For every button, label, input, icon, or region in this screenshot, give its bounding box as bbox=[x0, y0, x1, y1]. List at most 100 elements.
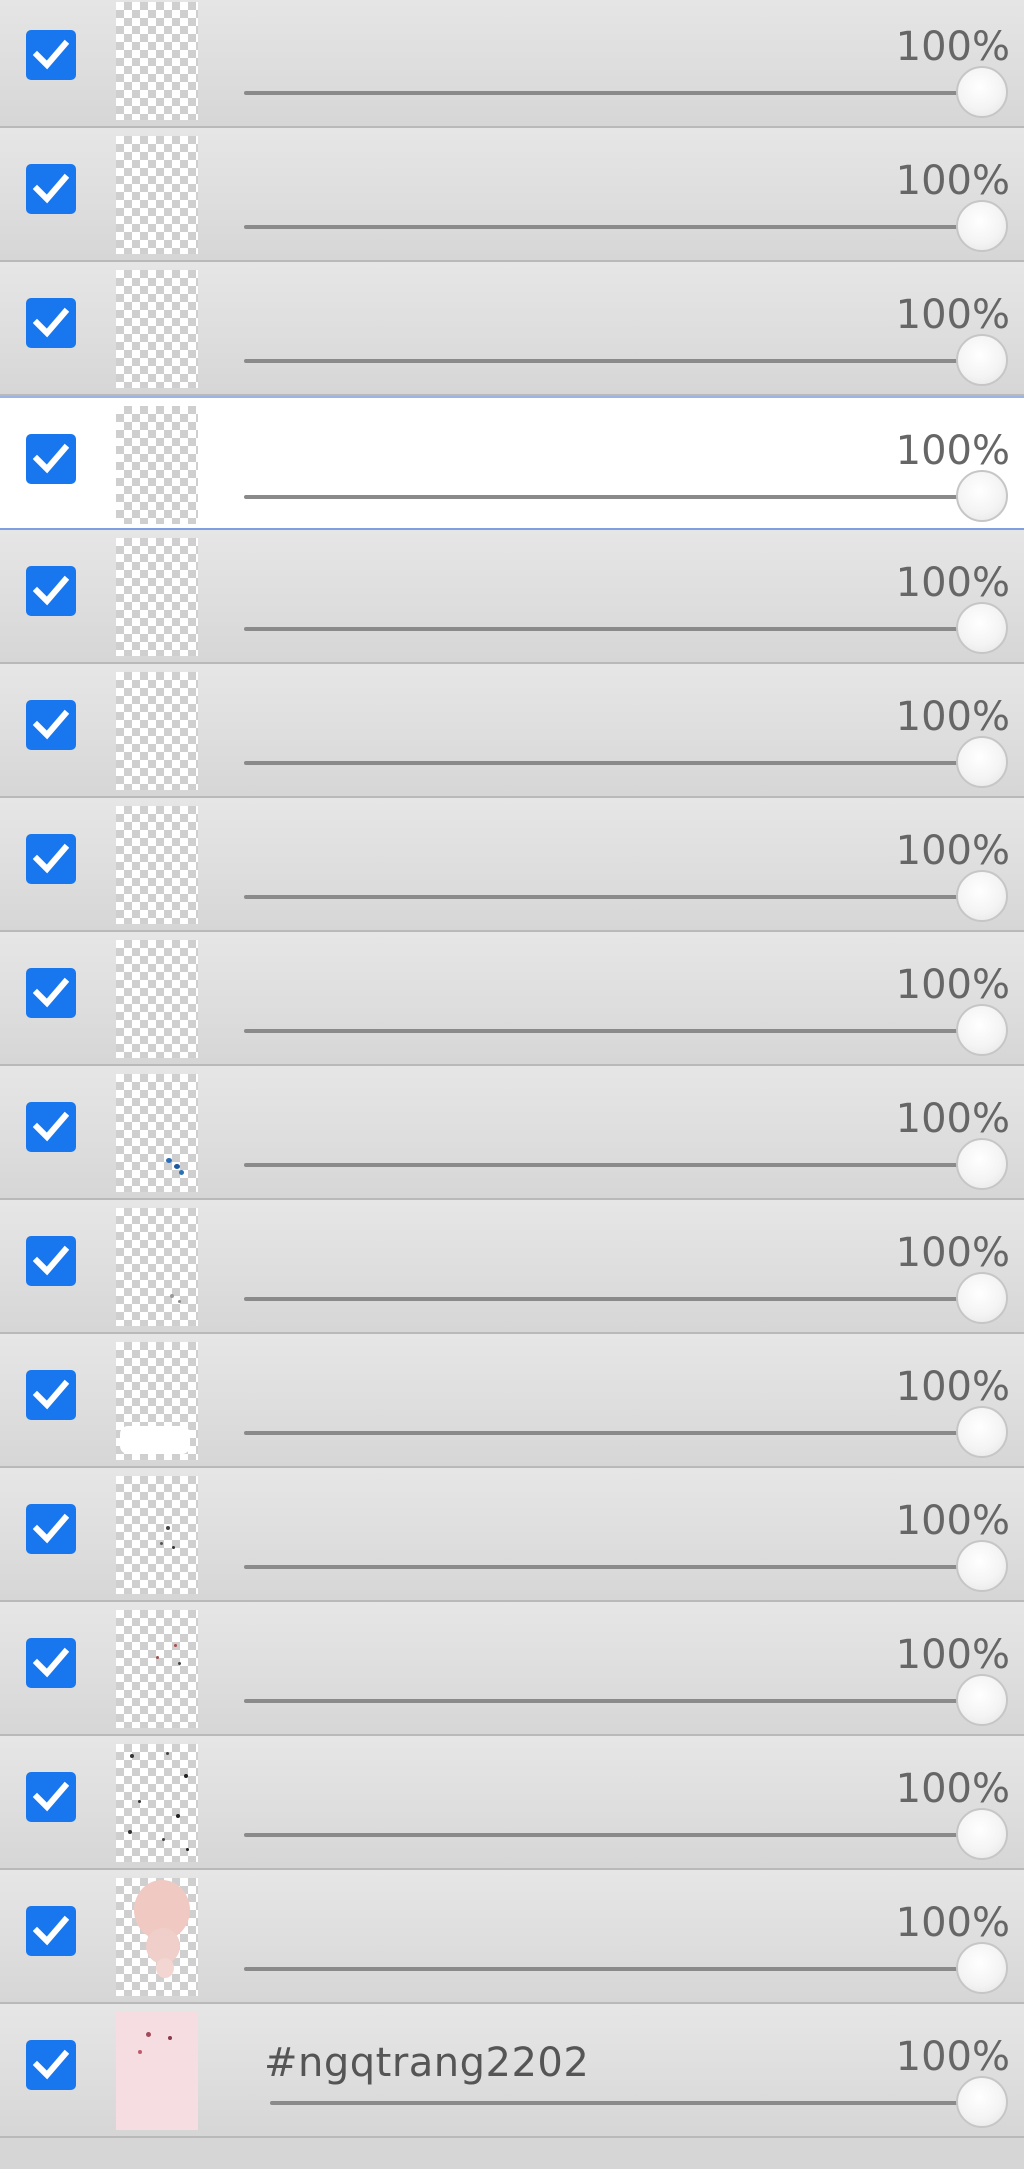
visibility-checkbox[interactable] bbox=[26, 700, 76, 750]
visibility-checkbox[interactable] bbox=[26, 1102, 76, 1152]
layer-thumbnail[interactable] bbox=[116, 538, 198, 656]
layer-row[interactable]: #ngqtrang2202 100% bbox=[0, 2004, 1024, 2138]
visibility-checkbox[interactable] bbox=[26, 1638, 76, 1688]
opacity-slider[interactable] bbox=[244, 1138, 1012, 1194]
visibility-checkbox[interactable] bbox=[26, 1906, 76, 1956]
opacity-slider-handle[interactable] bbox=[956, 1674, 1008, 1726]
opacity-value: 100% bbox=[895, 24, 1010, 70]
layer-thumbnail[interactable] bbox=[116, 672, 198, 790]
opacity-slider[interactable] bbox=[270, 2076, 1012, 2132]
visibility-checkbox[interactable] bbox=[26, 1236, 76, 1286]
layer-thumbnail[interactable] bbox=[116, 270, 198, 388]
layer-thumbnail[interactable] bbox=[116, 1342, 198, 1460]
opacity-slider[interactable] bbox=[244, 1272, 1012, 1328]
opacity-slider[interactable] bbox=[244, 1406, 1012, 1462]
opacity-slider[interactable] bbox=[244, 200, 1012, 256]
layer-row[interactable]: 100% bbox=[0, 932, 1024, 1066]
opacity-slider[interactable] bbox=[244, 470, 1012, 526]
opacity-slider[interactable] bbox=[244, 1808, 1012, 1864]
thumbnail-mark bbox=[130, 1754, 134, 1758]
layer-row[interactable]: 100% bbox=[0, 530, 1024, 664]
layer-thumbnail[interactable] bbox=[116, 1074, 198, 1192]
checkmark-icon bbox=[33, 1379, 69, 1410]
layer-thumbnail[interactable] bbox=[116, 1878, 198, 1996]
opacity-slider[interactable] bbox=[244, 66, 1012, 122]
layer-row[interactable]: 100% bbox=[0, 1066, 1024, 1200]
layer-thumbnail[interactable] bbox=[116, 2, 198, 120]
layer-row[interactable]: 100% bbox=[0, 1334, 1024, 1468]
layer-thumbnail[interactable] bbox=[116, 1476, 198, 1594]
visibility-checkbox[interactable] bbox=[26, 298, 76, 348]
layer-row[interactable]: 100% bbox=[0, 1602, 1024, 1736]
opacity-slider-handle[interactable] bbox=[956, 1406, 1008, 1458]
opacity-slider-handle[interactable] bbox=[956, 1272, 1008, 1324]
opacity-value: 100% bbox=[895, 1632, 1010, 1678]
visibility-checkbox[interactable] bbox=[26, 566, 76, 616]
layer-row-selected[interactable]: 100% bbox=[0, 396, 1024, 530]
visibility-checkbox[interactable] bbox=[26, 164, 76, 214]
checkmark-icon bbox=[33, 1513, 69, 1544]
thumbnail-mark bbox=[120, 1426, 190, 1454]
layer-row[interactable]: 100% bbox=[0, 798, 1024, 932]
thumbnail-mark bbox=[170, 1294, 174, 1298]
opacity-slider-handle[interactable] bbox=[956, 870, 1008, 922]
checkmark-icon bbox=[33, 173, 69, 204]
opacity-slider-handle[interactable] bbox=[956, 2076, 1008, 2128]
thumbnail-mark bbox=[146, 2032, 151, 2037]
visibility-checkbox[interactable] bbox=[26, 834, 76, 884]
opacity-slider-handle[interactable] bbox=[956, 1808, 1008, 1860]
opacity-slider-track bbox=[244, 1565, 982, 1569]
opacity-slider-handle[interactable] bbox=[956, 1004, 1008, 1056]
visibility-checkbox[interactable] bbox=[26, 30, 76, 80]
visibility-checkbox[interactable] bbox=[26, 968, 76, 1018]
layer-row[interactable]: 100% bbox=[0, 1200, 1024, 1334]
opacity-slider-handle[interactable] bbox=[956, 1942, 1008, 1994]
layer-row[interactable]: 100% bbox=[0, 262, 1024, 396]
opacity-slider[interactable] bbox=[244, 1674, 1012, 1730]
opacity-slider[interactable] bbox=[244, 334, 1012, 390]
checkmark-icon bbox=[33, 1781, 69, 1812]
visibility-checkbox[interactable] bbox=[26, 434, 76, 484]
checkmark-icon bbox=[33, 1647, 69, 1678]
layer-row[interactable]: 100% bbox=[0, 1468, 1024, 1602]
thumbnail-mark bbox=[156, 1958, 174, 1978]
layer-row[interactable]: 100% bbox=[0, 128, 1024, 262]
thumbnail-mark bbox=[176, 1814, 180, 1818]
layer-thumbnail[interactable] bbox=[116, 2012, 198, 2130]
layer-thumbnail[interactable] bbox=[116, 1744, 198, 1862]
layer-thumbnail[interactable] bbox=[116, 806, 198, 924]
opacity-slider-handle[interactable] bbox=[956, 470, 1008, 522]
opacity-slider[interactable] bbox=[244, 1540, 1012, 1596]
opacity-slider[interactable] bbox=[244, 870, 1012, 926]
opacity-slider-track bbox=[244, 761, 982, 765]
opacity-slider-track bbox=[244, 627, 982, 631]
thumbnail-mark bbox=[186, 1848, 189, 1851]
layer-row[interactable]: 100% bbox=[0, 1870, 1024, 2004]
layer-thumbnail[interactable] bbox=[116, 940, 198, 1058]
layer-row[interactable]: 100% bbox=[0, 1736, 1024, 1870]
opacity-slider-handle[interactable] bbox=[956, 334, 1008, 386]
layer-row[interactable]: 100% bbox=[0, 0, 1024, 128]
visibility-checkbox[interactable] bbox=[26, 1370, 76, 1420]
opacity-slider-handle[interactable] bbox=[956, 1540, 1008, 1592]
opacity-slider[interactable] bbox=[244, 1004, 1012, 1060]
opacity-slider-handle[interactable] bbox=[956, 736, 1008, 788]
visibility-checkbox[interactable] bbox=[26, 1504, 76, 1554]
opacity-slider[interactable] bbox=[244, 1942, 1012, 1998]
opacity-value: 100% bbox=[895, 2034, 1010, 2080]
layer-thumbnail[interactable] bbox=[116, 1610, 198, 1728]
layer-thumbnail[interactable] bbox=[116, 1208, 198, 1326]
opacity-value: 100% bbox=[895, 1364, 1010, 1410]
visibility-checkbox[interactable] bbox=[26, 1772, 76, 1822]
opacity-slider[interactable] bbox=[244, 602, 1012, 658]
layer-thumbnail[interactable] bbox=[116, 406, 198, 524]
layer-thumbnail[interactable] bbox=[116, 136, 198, 254]
opacity-slider-track bbox=[244, 359, 982, 363]
opacity-slider-handle[interactable] bbox=[956, 1138, 1008, 1190]
opacity-slider-handle[interactable] bbox=[956, 200, 1008, 252]
opacity-slider-handle[interactable] bbox=[956, 66, 1008, 118]
opacity-slider-handle[interactable] bbox=[956, 602, 1008, 654]
visibility-checkbox[interactable] bbox=[26, 2040, 76, 2090]
layer-row[interactable]: 100% bbox=[0, 664, 1024, 798]
opacity-slider[interactable] bbox=[244, 736, 1012, 792]
